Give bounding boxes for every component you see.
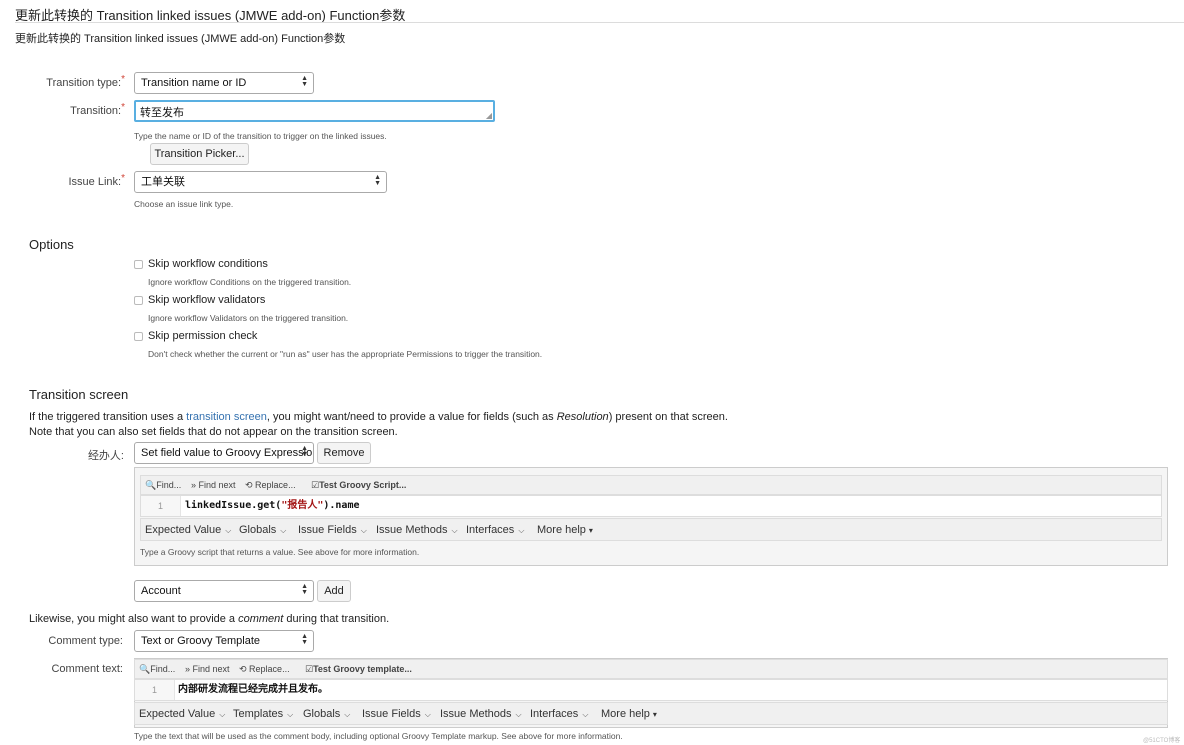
- menu-templates[interactable]: Templates ⌵: [233, 708, 293, 720]
- comment-type-select[interactable]: Text or Groovy Template ▲ ▼: [134, 630, 314, 652]
- test-template-button[interactable]: ☑Test Groovy template...: [305, 664, 412, 675]
- chevron-down-icon: ⌵: [515, 710, 522, 719]
- remove-button[interactable]: Remove: [317, 442, 371, 464]
- find-button[interactable]: 🔍Find...: [139, 664, 175, 675]
- resize-grip-icon[interactable]: ◢: [486, 111, 492, 120]
- skip-permission-label[interactable]: Skip permission check: [148, 330, 257, 342]
- skip-validators-checkbox[interactable]: [134, 296, 143, 305]
- chevron-down-icon: ⌵: [344, 710, 351, 719]
- required-mark: *: [121, 74, 125, 85]
- transition-label: Transition:*: [70, 102, 125, 117]
- menu-expected-value[interactable]: Expected Value ⌵: [139, 708, 225, 720]
- chevron-down-icon: ⌵: [280, 526, 287, 535]
- editor-toolbar: 🔍Find... » Find next ⟲ Replace... ☑Test …: [140, 475, 1162, 495]
- transition-type-label: Transition type:*: [46, 74, 125, 89]
- refresh-icon: ⟲: [245, 480, 256, 490]
- transition-input[interactable]: 转至发布 ◢: [134, 100, 495, 122]
- menu-more-help[interactable]: More help ▾: [601, 708, 657, 720]
- issue-link-label: Issue Link:*: [68, 173, 126, 188]
- code-line[interactable]: linkedIssue.get("报告人").name: [185, 496, 360, 516]
- editor-help-menu: Expected Value ⌵ Globals ⌵ Issue Fields ⌵ I…: [140, 518, 1162, 541]
- chevron-down-icon: ⌵: [424, 710, 431, 719]
- transition-screen-paragraph: If the triggered transition uses a trans…: [29, 411, 728, 423]
- select-arrows-icon: ▲ ▼: [301, 633, 308, 646]
- chevron-down-icon: ⌵: [225, 526, 232, 535]
- options-heading: Options: [29, 237, 74, 252]
- watermark: @51CTO博客: [1143, 738, 1181, 744]
- add-button[interactable]: Add: [317, 580, 351, 602]
- transition-help: Type the name or ID of the transition to…: [134, 131, 387, 141]
- comment-code-line[interactable]: 内部研发流程已经完成并且发布。: [178, 680, 328, 700]
- menu-issue-fields[interactable]: Issue Fields ⌵: [298, 524, 367, 536]
- menu-more-help[interactable]: More help ▾: [537, 524, 593, 536]
- double-chevron-icon: »: [185, 664, 193, 674]
- find-button[interactable]: 🔍Find...: [145, 480, 181, 491]
- chevron-down-icon: ⌵: [518, 526, 525, 535]
- assignee-field-label: 经办人:: [87, 450, 124, 462]
- chevron-down-icon: ⌵: [451, 526, 458, 535]
- transition-picker-button[interactable]: Transition Picker...: [150, 143, 249, 165]
- search-icon: 🔍: [145, 480, 157, 490]
- refresh-icon: ⟲: [239, 664, 250, 674]
- transition-screen-heading: Transition screen: [29, 387, 129, 402]
- double-chevron-icon: »: [191, 480, 199, 490]
- comment-help-menu: Expected Value ⌵ Templates ⌵ Globals ⌵ Issu…: [134, 702, 1168, 725]
- chevron-down-icon: ⌵: [287, 710, 294, 719]
- required-mark: *: [121, 173, 125, 184]
- transition-type-select[interactable]: Transition name or ID ▲ ▼: [134, 72, 314, 94]
- menu-globals[interactable]: Globals ⌵: [239, 524, 286, 536]
- skip-conditions-help: Ignore workflow Conditions on the trigge…: [148, 277, 352, 287]
- menu-issue-methods[interactable]: Issue Methods ⌵: [376, 524, 458, 536]
- skip-conditions-checkbox[interactable]: [134, 260, 143, 269]
- search-icon: 🔍: [139, 664, 151, 674]
- chevron-down-icon: ⌵: [582, 710, 589, 719]
- menu-globals[interactable]: Globals ⌵: [303, 708, 350, 720]
- skip-permission-checkbox[interactable]: [134, 332, 143, 341]
- find-next-button[interactable]: » Find next: [191, 480, 236, 490]
- comment-paragraph: Likewise, you might also want to provide…: [29, 613, 390, 625]
- checklist-icon: ☑: [311, 480, 320, 490]
- menu-issue-methods[interactable]: Issue Methods ⌵: [440, 708, 522, 720]
- add-field-select[interactable]: Account ▲ ▼: [134, 580, 314, 602]
- comment-editor-toolbar: 🔍Find... » Find next ⟲ Replace... ☑Test …: [134, 659, 1168, 679]
- header-divider: [15, 22, 1184, 23]
- skip-validators-help: Ignore workflow Validators on the trigge…: [148, 313, 349, 323]
- select-arrows-icon: ▲ ▼: [301, 75, 308, 88]
- line-number: 1: [135, 680, 175, 700]
- skip-validators-label[interactable]: Skip workflow validators: [148, 294, 265, 306]
- caret-down-icon: ▾: [588, 526, 593, 535]
- issue-link-select[interactable]: 工单关联 ▲ ▼: [134, 171, 387, 193]
- replace-button[interactable]: ⟲ Replace...: [245, 480, 296, 491]
- caret-down-icon: ▾: [652, 710, 657, 719]
- required-mark: *: [121, 102, 125, 113]
- select-arrows-icon: ▲ ▼: [301, 445, 308, 458]
- menu-interfaces[interactable]: Interfaces ⌵: [466, 524, 524, 536]
- comment-text-label: Comment text:: [51, 663, 123, 675]
- skip-conditions-label[interactable]: Skip workflow conditions: [148, 258, 268, 270]
- comment-type-label: Comment type:: [48, 635, 123, 647]
- comment-help-text: Type the text that will be used as the c…: [134, 731, 623, 741]
- transition-screen-note: Note that you can also set fields that d…: [29, 426, 398, 438]
- editor-help-text: Type a Groovy script that returns a valu…: [140, 547, 420, 557]
- select-arrows-icon: ▲ ▼: [374, 174, 381, 187]
- menu-interfaces[interactable]: Interfaces ⌵: [530, 708, 588, 720]
- checklist-icon: ☑: [305, 664, 314, 674]
- issue-link-help: Choose an issue link type.: [134, 199, 234, 209]
- select-arrows-icon: ▲ ▼: [301, 583, 308, 596]
- transition-screen-link[interactable]: transition screen: [186, 411, 267, 423]
- skip-permission-help: Don't check whether the current or "run …: [148, 349, 543, 359]
- test-script-button[interactable]: ☑Test Groovy Script...: [311, 480, 406, 491]
- chevron-down-icon: ⌵: [360, 526, 367, 535]
- page-subtitle: 更新此转换的 Transition linked issues (JMWE ad…: [15, 33, 346, 45]
- find-next-button[interactable]: » Find next: [185, 664, 230, 674]
- menu-issue-fields[interactable]: Issue Fields ⌵: [362, 708, 431, 720]
- chevron-down-icon: ⌵: [219, 710, 226, 719]
- field-mode-select[interactable]: Set field value to Groovy Expression ▲ ▼: [134, 442, 314, 464]
- menu-expected-value[interactable]: Expected Value ⌵: [145, 524, 231, 536]
- replace-button[interactable]: ⟲ Replace...: [239, 664, 290, 675]
- line-number: 1: [141, 496, 181, 516]
